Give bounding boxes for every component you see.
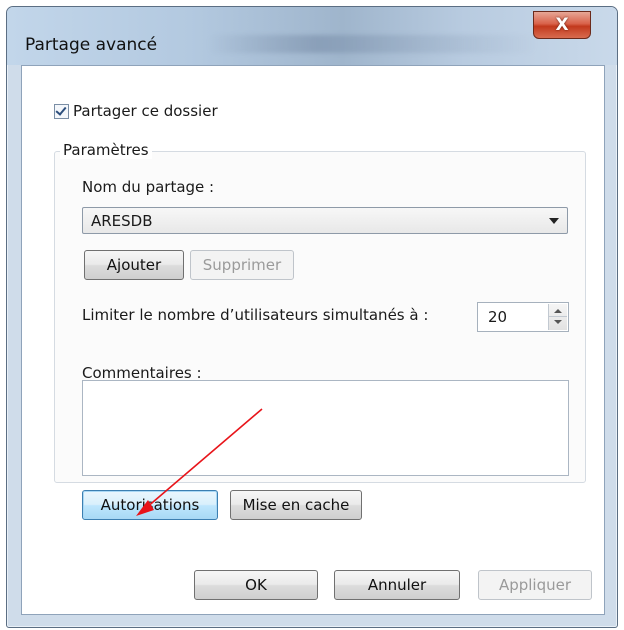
settings-legend: Paramètres [60, 141, 152, 159]
caching-button[interactable]: Mise en cache [230, 490, 362, 520]
stepper-down-icon[interactable] [554, 320, 562, 324]
apply-button-label: Appliquer [498, 576, 572, 594]
title-bar-glass [207, 35, 537, 53]
share-name-label: Nom du partage : [82, 178, 215, 196]
title-bar[interactable]: Partage avancé X [7, 7, 617, 65]
user-limit-stepper[interactable]: 20 [477, 302, 569, 332]
remove-button[interactable]: Supprimer [190, 250, 294, 280]
ok-button-label: OK [245, 576, 267, 594]
close-button[interactable]: X [533, 11, 591, 39]
user-limit-label: Limiter le nombre d’utilisateurs simulta… [82, 306, 429, 324]
caching-button-label: Mise en cache [242, 496, 350, 514]
comments-textarea[interactable] [82, 380, 569, 476]
apply-button[interactable]: Appliquer [478, 570, 592, 600]
share-folder-checkbox-row[interactable]: Partager ce dossier [54, 102, 218, 120]
dialog-body: Partager ce dossier Paramètres Nom du pa… [21, 65, 605, 615]
share-name-select[interactable]: ARESDB [82, 207, 568, 234]
add-button[interactable]: Ajouter [84, 250, 184, 280]
permissions-button[interactable]: Autorisations [82, 490, 218, 520]
permissions-button-label: Autorisations [100, 496, 200, 514]
ok-button[interactable]: OK [194, 570, 318, 600]
advanced-sharing-dialog: Partage avancé X Partager ce dossier Par… [6, 6, 618, 628]
user-limit-value[interactable]: 20 [488, 308, 507, 326]
share-folder-checkbox[interactable] [54, 103, 69, 119]
cancel-button[interactable]: Annuler [334, 570, 460, 600]
close-icon: X [555, 15, 569, 35]
window-title: Partage avancé [25, 35, 158, 55]
chevron-down-icon[interactable] [549, 218, 559, 224]
stepper-divider [549, 316, 567, 317]
stepper-up-icon[interactable] [554, 309, 562, 313]
add-button-label: Ajouter [106, 256, 162, 274]
share-name-value: ARESDB [91, 211, 153, 230]
stepper-buttons[interactable] [548, 304, 567, 330]
cancel-button-label: Annuler [367, 576, 427, 594]
share-folder-label: Partager ce dossier [73, 102, 218, 120]
remove-button-label: Supprimer [202, 256, 282, 274]
